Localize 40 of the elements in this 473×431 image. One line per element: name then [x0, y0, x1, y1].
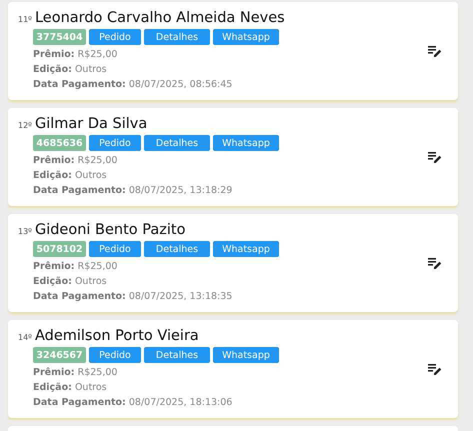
info-line: Edição: Outros	[33, 169, 108, 183]
info-line: Edição: Outros	[33, 381, 108, 395]
rank-number: 11º	[18, 15, 32, 24]
rank-number: 13º	[18, 227, 32, 236]
action-button[interactable]: Whatsapp	[213, 135, 279, 151]
info-line: Prêmio: R$25,00	[33, 154, 118, 168]
info-line: Edição: Outros	[33, 275, 108, 289]
edit-list-icon[interactable]	[428, 364, 442, 374]
participant-name: Gideoni Bento Pazito	[34, 222, 186, 238]
ticket-code-badge: 3775404	[33, 29, 86, 45]
action-button[interactable]: Whatsapp	[213, 241, 279, 257]
info-line: Edição: Outros	[33, 63, 108, 77]
participant-name: Ademilson Porto Vieira	[34, 328, 199, 344]
ticket-code-badge: 3246567	[33, 347, 86, 363]
action-button[interactable]: Detalhes	[144, 241, 210, 257]
action-button[interactable]: Detalhes	[144, 29, 210, 45]
rank-number: 14º	[18, 333, 32, 342]
action-button[interactable]: Detalhes	[144, 347, 210, 363]
action-button[interactable]: Pedido	[89, 29, 141, 45]
edit-list-icon[interactable]	[428, 258, 442, 268]
edit-list-icon[interactable]	[428, 46, 442, 56]
action-button[interactable]: Pedido	[89, 135, 141, 151]
participant-name: Leonardo Carvalho Almeida Neves	[34, 10, 285, 26]
action-button[interactable]: Whatsapp	[213, 347, 279, 363]
info-line: Prêmio: R$25,00	[33, 366, 118, 380]
action-button[interactable]: Detalhes	[144, 135, 210, 151]
info-line: Prêmio: R$25,00	[33, 260, 118, 274]
info-line: Data Pagamento: 08/07/2025, 08:56:45	[33, 78, 234, 92]
action-button[interactable]: Pedido	[89, 241, 141, 257]
rank-number: 12º	[18, 121, 32, 130]
info-line: Data Pagamento: 08/07/2025, 18:13:06	[33, 396, 234, 410]
action-button[interactable]: Pedido	[89, 347, 141, 363]
info-line: Prêmio: R$25,00	[33, 48, 118, 62]
participant-name: Gilmar Da Silva	[34, 116, 148, 132]
edit-list-icon[interactable]	[428, 152, 442, 162]
ticket-code-badge: 5078102	[33, 241, 86, 257]
info-line: Data Pagamento: 08/07/2025, 13:18:29	[33, 184, 234, 198]
action-button[interactable]: Whatsapp	[213, 29, 279, 45]
ticket-code-badge: 4685636	[33, 135, 86, 151]
info-line: Data Pagamento: 08/07/2025, 13:18:35	[33, 290, 234, 304]
